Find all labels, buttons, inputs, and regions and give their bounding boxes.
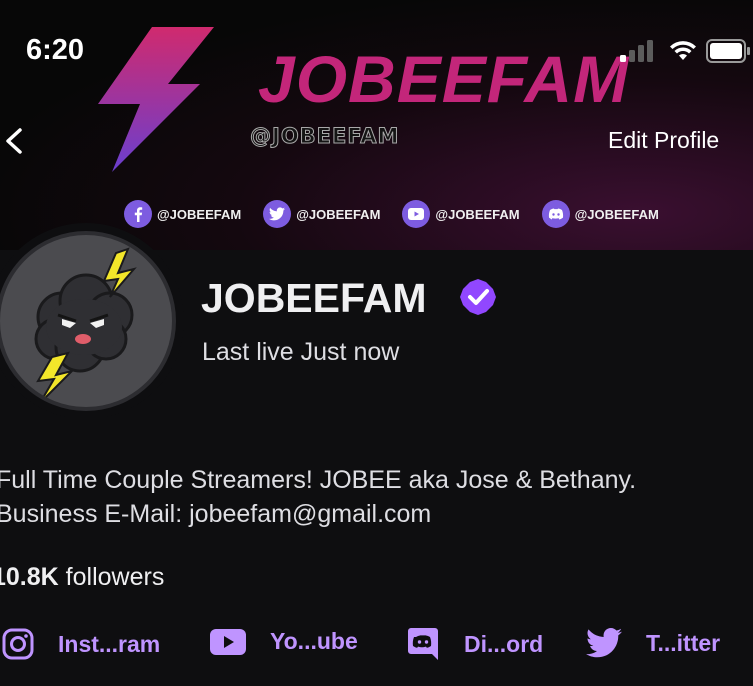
avatar[interactable] (0, 231, 176, 411)
link-youtube[interactable]: Yo...ube (210, 628, 358, 655)
channel-bio: Full Time Couple Streamers! JOBEE aka Jo… (0, 463, 636, 531)
followers-label: followers (65, 563, 165, 591)
bio-line: Full Time Couple Streamers! JOBEE aka Jo… (0, 466, 637, 494)
link-label: Yo...ube (270, 628, 358, 654)
cellular-signal-icon (620, 40, 653, 62)
banner-social-label: @JOBEEFAM (435, 206, 520, 222)
banner-social-twitter: @JOBEEFAM (263, 200, 380, 228)
banner-social-label: @JOBEEFAM (157, 206, 242, 222)
twitter-icon (586, 628, 622, 658)
storm-cloud-avatar-image (34, 247, 137, 404)
battery-icon (706, 39, 750, 63)
link-twitter[interactable]: T...itter (586, 628, 720, 658)
verified-badge-icon (460, 279, 496, 315)
status-bar-icons (620, 36, 750, 66)
banner-socials: @JOBEEFAM @JOBEEFAM @JOBEEFAM @JOBEEFAM (124, 200, 681, 228)
link-label: Di...ord (464, 630, 544, 657)
youtube-icon (210, 628, 246, 655)
facebook-icon (124, 200, 152, 228)
discord-icon (541, 200, 570, 228)
bio-line: Business E-Mail: jobeefam@gmail.com (0, 500, 432, 528)
link-discord[interactable]: Di...ord (408, 628, 543, 660)
followers-number: 10.8K (0, 563, 59, 591)
channel-name: JOBEEFAM (201, 275, 427, 321)
discord-icon (408, 628, 438, 660)
banner-social-label: @JOBEEFAM (296, 206, 381, 222)
banner-social-facebook: @JOBEEFAM (124, 200, 241, 228)
wifi-icon (670, 41, 696, 60)
edit-profile-button[interactable]: Edit Profile (608, 127, 719, 154)
banner-social-label: @JOBEEFAM (574, 206, 659, 222)
link-instagram[interactable]: Inst...ram (2, 628, 160, 660)
lightning-bolt-logo (98, 27, 214, 172)
status-bar-time: 6:20 (26, 34, 85, 66)
last-live-text: Last live Just now (202, 338, 400, 366)
back-button[interactable] (2, 122, 32, 164)
instagram-icon (2, 628, 34, 660)
link-label: T...itter (646, 629, 721, 656)
social-links-row: Inst...ram Yo...ube Di...ord T...itter (0, 628, 753, 668)
followers-count[interactable]: 10.8K followers (0, 563, 164, 592)
link-label: Inst...ram (58, 630, 161, 657)
banner-social-youtube: @JOBEEFAM (402, 200, 520, 228)
banner-brand-text: JOBEEFAM (258, 42, 630, 116)
chevron-left-icon (6, 128, 22, 154)
twitter-icon (263, 200, 292, 228)
banner-handle: @JOBEEFAM (249, 124, 400, 149)
youtube-icon (402, 200, 431, 228)
banner-social-discord: @JOBEEFAM (541, 200, 659, 228)
